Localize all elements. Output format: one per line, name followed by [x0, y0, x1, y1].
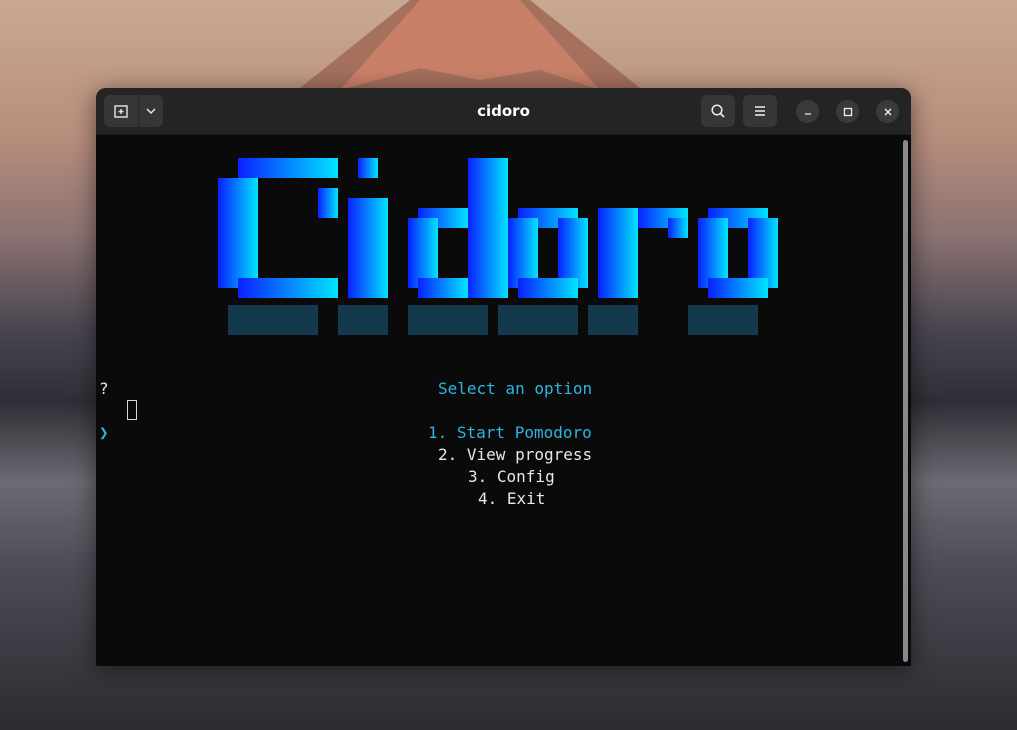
search-button[interactable]: [701, 95, 735, 127]
terminal-area[interactable]: ? Select an option ❯ 1. Start Pomodoro 2…: [96, 135, 911, 666]
menu-option-exit[interactable]: 4. Exit: [478, 488, 545, 510]
prompt-question-mark: ?: [99, 379, 109, 398]
close-button[interactable]: [876, 100, 899, 123]
cidoro-logo: [218, 158, 778, 335]
terminal-window: cidoro ? Select an option ❯ 1. Start Pom…: [96, 88, 911, 666]
minimize-button[interactable]: [796, 100, 819, 123]
close-icon: [884, 108, 891, 115]
menu-option-view-progress[interactable]: 2. View progress: [438, 444, 592, 466]
header-bar: cidoro: [96, 88, 911, 135]
maximize-icon: [843, 107, 852, 116]
menu-option-start-pomodoro[interactable]: 1. Start Pomodoro: [428, 422, 592, 444]
minimize-icon: [804, 112, 811, 115]
text-cursor: [127, 400, 137, 420]
selection-indicator-icon: ❯: [99, 423, 109, 442]
menu-option-config[interactable]: 3. Config: [468, 466, 555, 488]
maximize-button[interactable]: [836, 100, 859, 123]
search-icon: [711, 104, 725, 118]
window-title: cidoro: [477, 102, 530, 120]
scrollbar[interactable]: [903, 140, 908, 662]
menu-heading: Select an option: [438, 379, 593, 398]
main-menu-button[interactable]: [743, 95, 777, 127]
hamburger-menu-icon: [755, 106, 765, 116]
